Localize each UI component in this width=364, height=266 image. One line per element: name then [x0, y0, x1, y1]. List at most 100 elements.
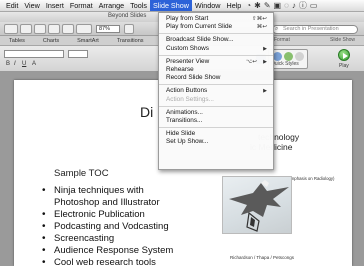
- info-icon[interactable]: ⓘ: [299, 0, 307, 11]
- menu-tools[interactable]: Tools: [127, 0, 150, 11]
- menu-item-label: Transitions...: [166, 116, 203, 124]
- menu-item-label: Play from Start: [166, 15, 209, 22]
- bluetooth-icon[interactable]: ✱: [254, 0, 261, 11]
- menu-arrange[interactable]: Arrange: [96, 0, 128, 11]
- undo-button[interactable]: [76, 24, 92, 34]
- menu-item-label: Broadcast Slide Show...: [166, 36, 234, 44]
- underline-button[interactable]: U: [22, 61, 26, 67]
- menu-item-shortcut: ⌥↩: [245, 58, 257, 65]
- menu-separator: [159, 127, 273, 129]
- menu-separator: [159, 33, 273, 35]
- quick-styles-gallery[interactable]: Quick Styles: [268, 49, 308, 69]
- play-button[interactable]: Play: [330, 49, 358, 69]
- slide-photo[interactable]: [222, 176, 292, 234]
- menu-view[interactable]: View: [21, 0, 42, 11]
- slide-left-heading[interactable]: Sample TOC: [54, 168, 109, 179]
- menu-item-label: Play from Current Slide: [166, 23, 233, 31]
- menu-item-label: Set Up Show...: [166, 138, 209, 146]
- new-presentation-button[interactable]: [4, 24, 18, 34]
- volume-icon[interactable]: ♪: [292, 0, 296, 11]
- menu-item-action-buttons[interactable]: Action Buttons ▶: [159, 87, 273, 95]
- search-placeholder: Search in Presentation: [283, 26, 339, 32]
- wifi-icon[interactable]: ◔: [246, 0, 251, 11]
- templates-button[interactable]: [20, 24, 32, 34]
- menu-item-broadcast-slide-show[interactable]: Broadcast Slide Show...: [159, 36, 273, 44]
- ribbon-group-format-label: Format: [274, 37, 290, 43]
- bullet-item[interactable]: Screencasting: [40, 233, 173, 245]
- display-icon[interactable]: ▣: [274, 0, 282, 11]
- menu-separator: [159, 54, 273, 56]
- open-button[interactable]: [34, 24, 46, 34]
- ribbon-tab-charts[interactable]: Charts: [34, 36, 68, 45]
- menu-item-label: Record Slide Show: [166, 74, 221, 82]
- menu-item-label: Action Settings...: [166, 95, 214, 103]
- zoom-select[interactable]: 87%: [96, 25, 120, 33]
- font-name-select[interactable]: [4, 50, 64, 58]
- quick-style-swatch[interactable]: [284, 52, 293, 61]
- menu-item-rehearse[interactable]: Rehearse: [159, 66, 273, 74]
- menu-item-label: Custom Shows: [166, 44, 209, 52]
- menu-bar-status-area: ◔ ✱ ✎ ▣ ◌ ♪ ⓘ ▭: [246, 0, 318, 11]
- ribbon-group-slideshow-label: Slide Show: [330, 37, 356, 43]
- bullet-item[interactable]: Electronic Publication: [40, 209, 173, 221]
- submenu-arrow-icon: ▶: [263, 58, 267, 65]
- quick-style-swatch[interactable]: [273, 52, 282, 61]
- help-button[interactable]: [124, 24, 134, 34]
- menu-item-play-from-current-slide[interactable]: Play from Current Slide ⌘↩: [159, 23, 273, 31]
- menu-item-label: Hide Slide: [166, 130, 196, 138]
- menu-item-action-settings: Action Settings...: [159, 96, 273, 104]
- menu-item-animations[interactable]: Animations...: [159, 109, 273, 117]
- menu-item-set-up-show[interactable]: Set Up Show...: [159, 138, 273, 146]
- italic-button[interactable]: I: [14, 61, 16, 67]
- search-input[interactable]: ⌕ Search in Presentation: [272, 25, 358, 34]
- bullet-item[interactable]: Ninja techniques with: [40, 185, 173, 197]
- submenu-arrow-icon: ▶: [263, 45, 267, 52]
- menu-item-play-from-start[interactable]: Play from Start ⇧⌘↩: [159, 15, 273, 23]
- menu-edit[interactable]: Edit: [3, 0, 21, 11]
- sync-icon[interactable]: ◌: [284, 0, 289, 11]
- font-size-select[interactable]: [68, 50, 88, 58]
- font-color-button[interactable]: A: [32, 61, 36, 67]
- slide-bullet-list[interactable]: Ninja techniques withPhotoshop and Illus…: [40, 185, 173, 266]
- ribbon-tab-tables[interactable]: Tables: [0, 36, 34, 45]
- quick-styles-label: Quick Styles: [271, 61, 299, 67]
- menu-item-label: Animations...: [166, 108, 203, 116]
- window-title: Beyond Slides: [108, 13, 147, 19]
- menu-item-label: Rehearse: [166, 65, 194, 73]
- menu-window[interactable]: Window: [192, 0, 224, 11]
- menu-slide-show[interactable]: Slide Show: [149, 0, 192, 11]
- quick-style-swatch[interactable]: [295, 52, 304, 61]
- menu-insert[interactable]: Insert: [43, 0, 67, 11]
- menu-separator: [159, 84, 273, 86]
- menu-item-custom-shows[interactable]: Custom Shows ▶: [159, 45, 273, 53]
- menu-item-label: Presenter View: [166, 57, 210, 65]
- photo-caption: Richardson / Thapa / Petscongs: [230, 255, 294, 260]
- bullet-item[interactable]: Audience Response System: [40, 245, 173, 257]
- menu-item-shortcut: ⇧⌘↩: [252, 16, 267, 22]
- menu-format[interactable]: Format: [67, 0, 96, 11]
- bold-button[interactable]: B: [6, 61, 10, 67]
- search-icon: ⌕: [275, 26, 279, 32]
- menu-item-label: Action Buttons: [166, 87, 208, 95]
- save-button[interactable]: [48, 24, 60, 34]
- menu-help[interactable]: Help: [224, 0, 245, 11]
- menu-separator: [159, 105, 273, 107]
- ribbon-tab-transitions[interactable]: Transitions: [108, 36, 153, 45]
- menu-item-transitions[interactable]: Transitions...: [159, 117, 273, 125]
- slide-show-menu: Play from Start ⇧⌘↩ Play from Current Slid…: [158, 12, 274, 170]
- battery-icon[interactable]: ▭: [310, 0, 318, 11]
- menu-item-shortcut: ⌘↩: [256, 24, 267, 31]
- menu-item-record-slide-show[interactable]: Record Slide Show: [159, 74, 273, 82]
- print-button[interactable]: [62, 24, 74, 34]
- bullet-item[interactable]: Photoshop and Illustrator: [40, 197, 173, 209]
- slide-title[interactable]: Di: [140, 104, 153, 120]
- script-icon[interactable]: ✎: [264, 0, 271, 11]
- menu-item-presenter-view[interactable]: Presenter View ⌥↩ ▶: [159, 58, 273, 66]
- play-icon: [338, 49, 350, 61]
- menu-bar: Edit View Insert Format Arrange Tools Slide Sh…: [0, 0, 364, 12]
- ribbon-tab-smartart[interactable]: SmartArt: [68, 36, 108, 45]
- bullet-item[interactable]: Cool web research tools: [40, 257, 173, 266]
- play-label: Play: [339, 63, 349, 69]
- bullet-item[interactable]: Podcasting and Vodcasting: [40, 221, 173, 233]
- menu-item-hide-slide[interactable]: Hide Slide: [159, 130, 273, 138]
